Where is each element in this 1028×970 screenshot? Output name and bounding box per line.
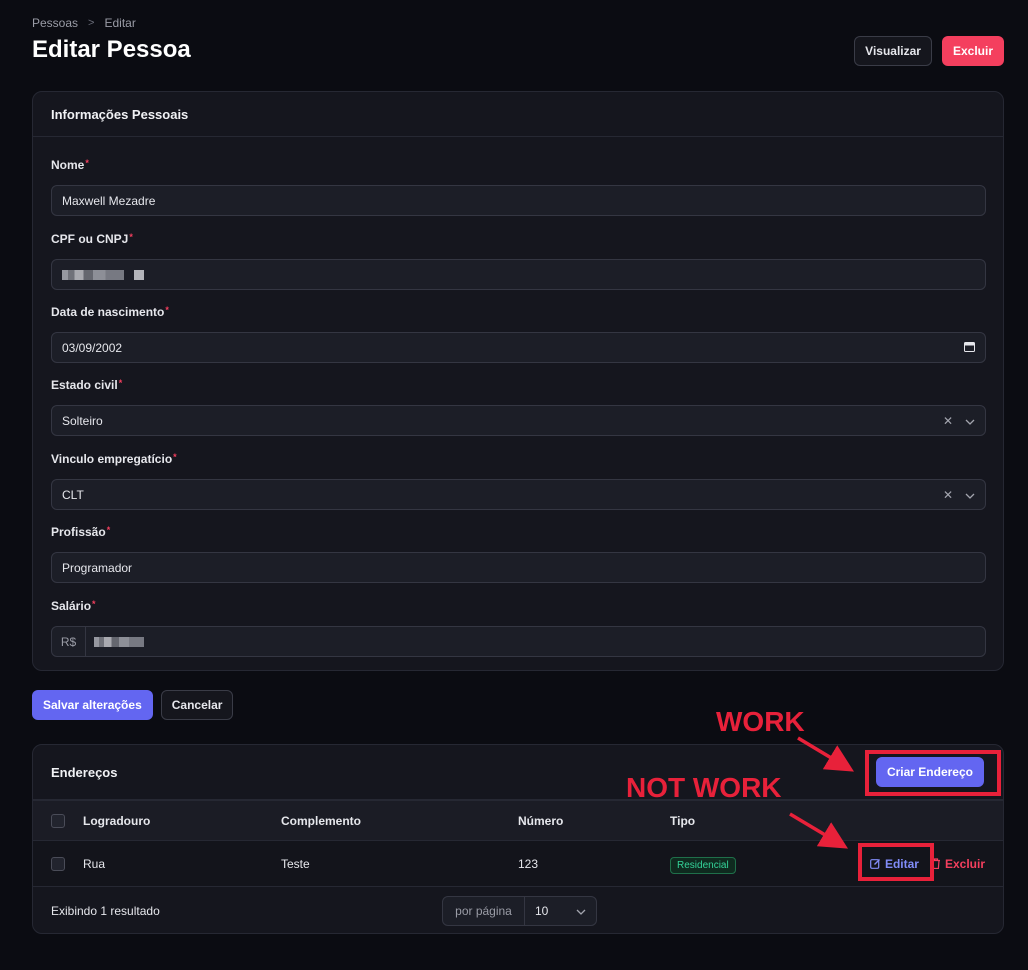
chevron-down-icon bbox=[576, 904, 586, 918]
nome-label: Nome bbox=[51, 158, 85, 172]
select-all-checkbox[interactable] bbox=[51, 813, 65, 828]
nascimento-label: Data de nascimento bbox=[51, 305, 165, 319]
breadcrumb-current: Editar bbox=[104, 16, 136, 30]
required-mark: * bbox=[165, 305, 169, 315]
required-mark: * bbox=[85, 158, 89, 168]
addresses-title: Endereços bbox=[51, 764, 118, 780]
delete-label: Excluir bbox=[944, 856, 985, 871]
cpf-label: CPF ou CNPJ bbox=[51, 232, 129, 246]
cancel-button[interactable]: Cancelar bbox=[160, 690, 234, 720]
chevron-down-icon[interactable] bbox=[965, 414, 975, 428]
page-title: Editar Pessoa bbox=[32, 36, 191, 63]
calendar-icon[interactable] bbox=[964, 341, 975, 355]
header-actions: Visualizar Excluir bbox=[854, 36, 1004, 66]
personal-info-card: Informações Pessoais Nome* Maxwell Mezad… bbox=[32, 91, 1004, 671]
nascimento-input[interactable]: 03/09/2002 bbox=[51, 332, 986, 363]
required-mark: * bbox=[173, 452, 177, 462]
profissao-label: Profissão bbox=[51, 525, 106, 539]
annotation-box-create bbox=[865, 750, 1001, 796]
personal-info-title: Informações Pessoais bbox=[33, 92, 1003, 137]
results-count: Exibindo 1 resultado bbox=[51, 903, 160, 918]
breadcrumb-separator: > bbox=[88, 17, 95, 29]
vinculo-field: Vinculo empregatício* CLT ✕ bbox=[51, 452, 986, 510]
per-page-value: 10 bbox=[535, 903, 549, 918]
clear-icon[interactable]: ✕ bbox=[943, 414, 953, 428]
nascimento-field: Data de nascimento* 03/09/2002 bbox=[51, 305, 986, 363]
cell-logradouro: Rua bbox=[83, 856, 106, 871]
required-mark: * bbox=[118, 378, 123, 388]
table-header: Logradouro Complemento Número Tipo bbox=[33, 800, 1003, 840]
estado-civil-select[interactable]: Solteiro ✕ bbox=[51, 405, 986, 436]
redacted-value bbox=[94, 636, 144, 647]
vinculo-select[interactable]: CLT ✕ bbox=[51, 479, 986, 510]
required-mark: * bbox=[106, 525, 111, 535]
redacted-value bbox=[62, 269, 124, 280]
chevron-down-icon[interactable] bbox=[965, 488, 975, 502]
estado-civil-label: Estado civil bbox=[51, 378, 118, 392]
salario-input[interactable]: R$ bbox=[51, 626, 986, 657]
annotation-work: WORK bbox=[716, 706, 805, 737]
view-button[interactable]: Visualizar bbox=[854, 36, 932, 66]
nome-input[interactable]: Maxwell Mezadre bbox=[51, 185, 986, 216]
form-actions: Salvar alterações Cancelar bbox=[32, 690, 234, 720]
currency-prefix: R$ bbox=[52, 627, 86, 656]
breadcrumb-pessoas[interactable]: Pessoas bbox=[32, 16, 78, 30]
clear-icon[interactable]: ✕ bbox=[943, 488, 953, 502]
estado-civil-field: Estado civil* Solteiro ✕ bbox=[51, 378, 986, 436]
column-logradouro[interactable]: Logradouro bbox=[83, 814, 150, 828]
delete-address-link[interactable]: Excluir bbox=[931, 857, 985, 871]
save-button[interactable]: Salvar alterações bbox=[32, 690, 153, 720]
cell-complemento: Teste bbox=[281, 856, 310, 871]
nascimento-value: 03/09/2002 bbox=[62, 340, 123, 355]
per-page-select[interactable]: por página 10 bbox=[442, 895, 597, 926]
vinculo-label: Vinculo empregatício bbox=[51, 452, 173, 466]
nome-value: Maxwell Mezadre bbox=[62, 193, 156, 208]
per-page-label: por página bbox=[443, 896, 525, 925]
salario-label: Salário bbox=[51, 599, 92, 613]
profissao-input[interactable]: Programador bbox=[51, 552, 986, 583]
cell-numero: 123 bbox=[518, 856, 539, 871]
delete-button[interactable]: Excluir bbox=[941, 36, 1004, 66]
nome-field: Nome* Maxwell Mezadre bbox=[51, 158, 986, 216]
profissao-field: Profissão* Programador bbox=[51, 525, 986, 583]
cpf-input[interactable] bbox=[51, 259, 986, 290]
status-badge: Residencial bbox=[670, 856, 736, 874]
required-mark: * bbox=[129, 232, 133, 242]
annotation-box-edit bbox=[858, 843, 934, 881]
table-footer: Exibindo 1 resultado por página 10 bbox=[33, 886, 1003, 934]
column-numero[interactable]: Número bbox=[518, 814, 563, 828]
column-complemento[interactable]: Complemento bbox=[281, 814, 361, 828]
profissao-value: Programador bbox=[62, 560, 133, 575]
vinculo-value: CLT bbox=[62, 487, 84, 502]
addresses-card: Endereços Criar Endereço Logradouro Comp… bbox=[32, 744, 1004, 934]
annotation-not-work: NOT WORK bbox=[626, 772, 782, 803]
cpf-field: CPF ou CNPJ* bbox=[51, 232, 986, 290]
column-tipo[interactable]: Tipo bbox=[670, 814, 695, 828]
estado-civil-value: Solteiro bbox=[62, 413, 103, 428]
redacted-value bbox=[134, 269, 144, 280]
salario-field: Salário* R$ bbox=[51, 599, 986, 657]
breadcrumb: Pessoas > Editar bbox=[32, 16, 136, 30]
required-mark: * bbox=[92, 599, 96, 609]
row-checkbox[interactable] bbox=[51, 856, 65, 871]
